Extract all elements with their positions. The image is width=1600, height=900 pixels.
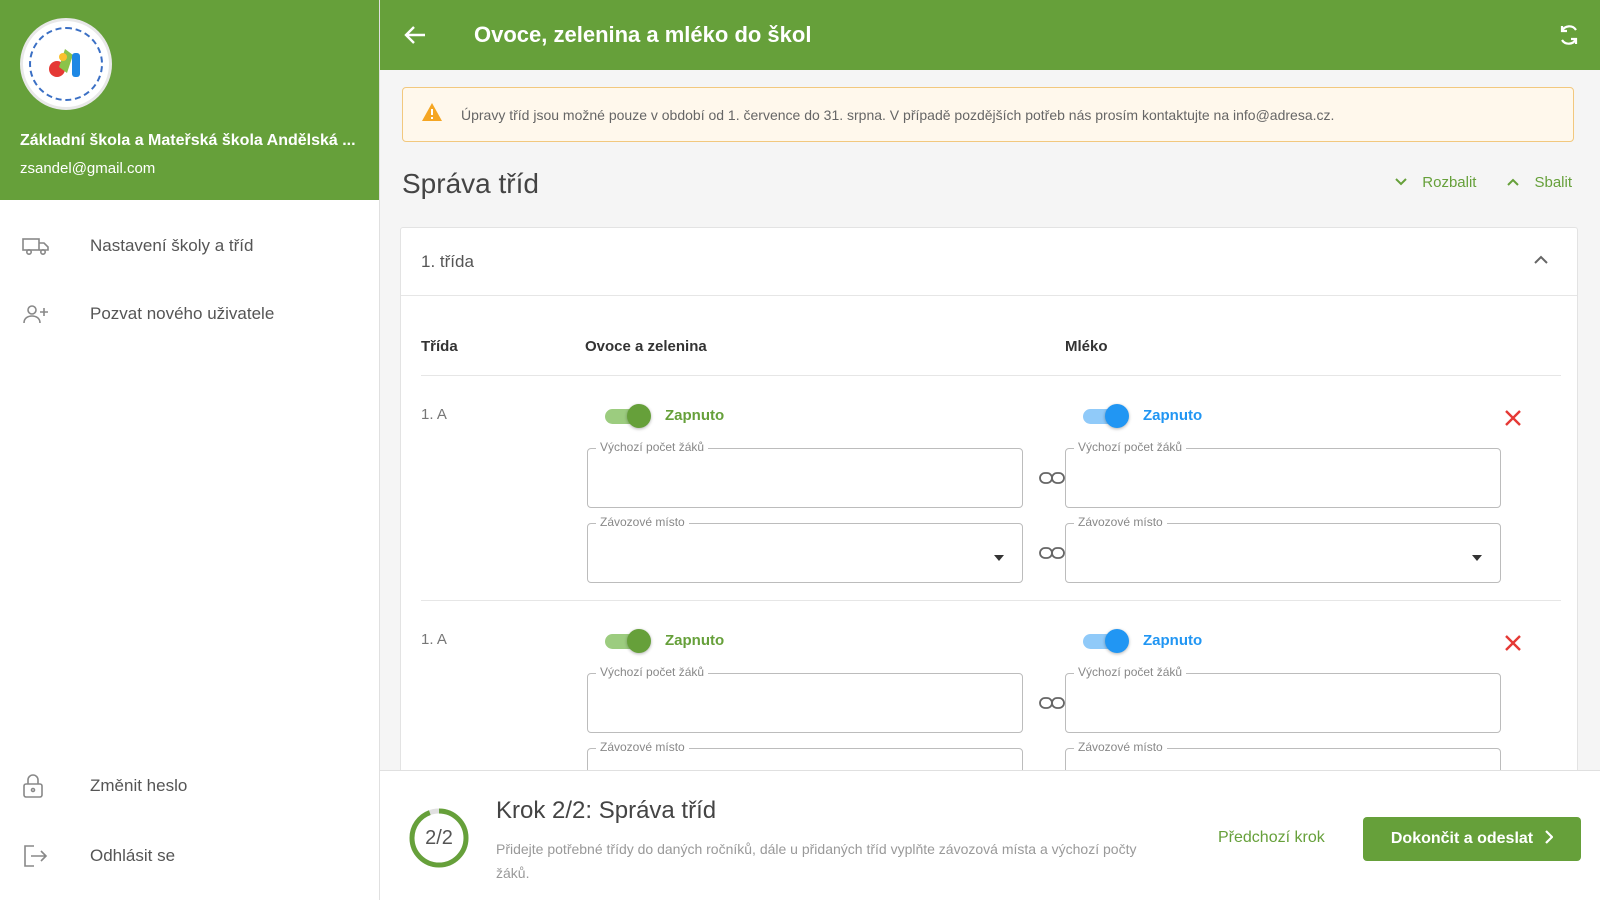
link-icon[interactable] <box>1038 695 1066 711</box>
nav-item-change-password[interactable]: Změnit heslo <box>0 758 380 814</box>
fruit-delivery-place-select[interactable]: Závozové místo <box>587 740 1023 770</box>
milk-delivery-place-select[interactable]: Závozové místo <box>1065 740 1501 770</box>
link-icon[interactable] <box>1038 545 1066 561</box>
column-header-class: Třída <box>421 338 458 355</box>
truck-icon <box>22 236 52 256</box>
nav-item-label: Změnit heslo <box>90 776 188 795</box>
finish-button-label: Dokončit a odeslat <box>1390 830 1534 847</box>
milk-toggle[interactable] <box>1081 629 1129 653</box>
field-label: Závozové místo <box>1074 740 1167 754</box>
milk-delivery-place-select[interactable]: Závozové místo <box>1065 515 1501 583</box>
class-name: 1. A <box>421 631 447 648</box>
alert-text: Úpravy tříd jsou možné pouze v období od… <box>461 106 1335 123</box>
milk-student-count-field[interactable]: Výchozí počet žáků <box>1065 665 1501 733</box>
progress-text: 2/2 <box>425 826 453 849</box>
field-label: Závozové místo <box>596 515 689 529</box>
caret-down-icon <box>1472 548 1482 566</box>
field-label: Výchozí počet žáků <box>1074 440 1187 454</box>
column-header-milk: Mléko <box>1065 338 1108 355</box>
column-header-fruit: Ovoce a zelenina <box>585 338 707 355</box>
main-content: Úpravy tříd jsou možné pouze v období od… <box>380 70 1600 770</box>
nav-item-logout[interactable]: Odhlásit se <box>0 828 380 884</box>
field-label: Závozové místo <box>596 740 689 754</box>
chevron-down-icon <box>1394 174 1408 191</box>
school-name: Základní škola a Mateřská škola Andělská… <box>20 132 356 149</box>
nav-item-invite-user[interactable]: Pozvat nového uživatele <box>0 286 380 342</box>
step-description: Přidejte potřebné třídy do daných ročník… <box>496 841 1137 881</box>
back-arrow-icon[interactable] <box>404 25 430 45</box>
fruit-delivery-place-select[interactable]: Závozové místo <box>587 515 1023 583</box>
milk-toggle-label: Zapnuto <box>1143 632 1203 649</box>
table-header: Třída Ovoce a zelenina Mléko <box>421 328 1561 376</box>
top-bar: Ovoce, zelenina a mléko do škol <box>380 0 1600 70</box>
expand-all-label: Rozbalit <box>1422 174 1477 191</box>
field-label: Závozové místo <box>1074 515 1167 529</box>
chevron-up-icon[interactable] <box>1533 252 1549 270</box>
expand-all-button[interactable]: Rozbalit <box>1394 174 1476 191</box>
expand-collapse-actions: Rozbalit Sbalit <box>1394 174 1572 191</box>
warning-alert: Úpravy tříd jsou možné pouze v období od… <box>402 87 1574 142</box>
field-label: Výchozí počet žáků <box>1074 665 1187 679</box>
field-label: Výchozí počet žáků <box>596 665 709 679</box>
fruit-toggle-label: Zapnuto <box>665 407 725 424</box>
field-label: Výchozí počet žáků <box>596 440 709 454</box>
remove-row-icon[interactable] <box>1503 408 1523 428</box>
warning-icon <box>421 102 443 127</box>
fruit-student-count-field[interactable]: Výchozí počet žáků <box>587 440 1023 508</box>
chevron-right-icon <box>1545 829 1554 849</box>
page-title: Ovoce, zelenina a mléko do škol <box>474 22 812 47</box>
finish-submit-button[interactable]: Dokončit a odeslat <box>1363 817 1581 861</box>
milk-toggle[interactable] <box>1081 404 1129 428</box>
table-row: 1. A Zapnuto Zapnuto Výchozí počet žáků … <box>421 601 1561 770</box>
collapse-all-label: Sbalit <box>1534 174 1572 191</box>
lock-icon <box>22 773 52 799</box>
wizard-footer: 2/2 Krok 2/2: Správa tříd Přidejte potře… <box>380 770 1600 900</box>
class-panel: 1. třída Třída Ovoce a zelenina Mléko 1.… <box>400 227 1578 770</box>
nav-item-label: Nastavení školy a tříd <box>90 236 254 255</box>
panel-title: 1. třída <box>421 251 474 271</box>
sidebar: Základní škola a Mateřská škola Andělská… <box>0 0 380 900</box>
sidebar-header: Základní škola a Mateřská škola Andělská… <box>0 0 379 200</box>
remove-row-icon[interactable] <box>1503 633 1523 653</box>
fruit-student-count-field[interactable]: Výchozí počet žáků <box>587 665 1023 733</box>
caret-down-icon <box>994 548 1004 566</box>
panel-header[interactable]: 1. třída <box>401 228 1577 296</box>
table-row: 1. A Zapnuto Zapnuto Výchozí počet žáků … <box>421 376 1561 601</box>
nav-item-school-settings[interactable]: Nastavení školy a tříd <box>0 218 380 274</box>
fruit-toggle[interactable] <box>603 404 651 428</box>
previous-step-button[interactable]: Předchozí krok <box>1218 829 1325 847</box>
user-email: zsandel@gmail.com <box>20 160 156 177</box>
class-name: 1. A <box>421 406 447 423</box>
section-title: Správa tříd <box>402 168 539 199</box>
fruit-toggle[interactable] <box>603 629 651 653</box>
collapse-all-button[interactable]: Sbalit <box>1506 174 1572 191</box>
add-user-icon <box>22 303 52 325</box>
school-logo <box>20 18 112 110</box>
milk-student-count-field[interactable]: Výchozí počet žáků <box>1065 440 1501 508</box>
refresh-icon[interactable] <box>1556 22 1582 48</box>
link-icon[interactable] <box>1038 470 1066 486</box>
milk-toggle-label: Zapnuto <box>1143 407 1203 424</box>
nav-item-label: Odhlásit se <box>90 846 176 865</box>
chevron-up-icon <box>1506 174 1520 191</box>
fruit-toggle-label: Zapnuto <box>665 632 725 649</box>
logout-icon <box>22 844 52 868</box>
step-title: Krok 2/2: Správa tříd <box>496 797 717 824</box>
nav-item-label: Pozvat nového uživatele <box>90 304 275 323</box>
